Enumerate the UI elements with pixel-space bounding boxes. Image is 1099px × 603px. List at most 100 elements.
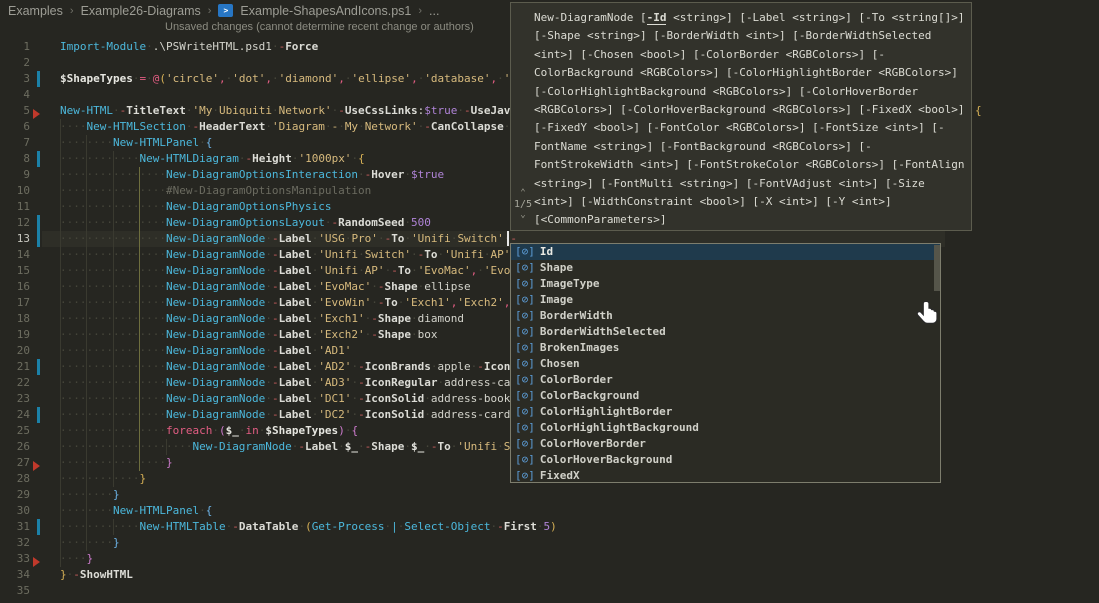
code-text: ················New-DiagramNode·-Label·'… <box>60 343 351 359</box>
parameter-hint-signature: New-DiagramNode [-Id <string>] [-Label <… <box>534 9 966 230</box>
line-number[interactable]: 9 <box>0 167 30 183</box>
line-number[interactable]: 32 <box>0 535 30 551</box>
code-line-31[interactable]: 31 ············New-HTMLTable·-DataTable·(… <box>0 519 1099 535</box>
line-number[interactable]: 27 <box>0 455 30 471</box>
completion-item-ColorBorder[interactable]: [⊘]ColorBorder <box>511 372 940 388</box>
vscode-editor-window: { "breadcrumb": { "items": ["Examples", … <box>0 0 1099 603</box>
completion-item-Shape[interactable]: [⊘]Shape <box>511 260 940 276</box>
completion-item-BorderWidth[interactable]: [⊘]BorderWidth <box>511 308 940 324</box>
code-text: ················New-DiagramOptionsIntera… <box>60 167 444 183</box>
code-line-29[interactable]: 29········} <box>0 487 1099 503</box>
line-number[interactable]: 12 <box>0 215 30 231</box>
completion-item-ColorBackground[interactable]: [⊘]ColorBackground <box>511 388 940 404</box>
chevron-up-icon[interactable]: ⌃ <box>513 189 533 198</box>
code-line-32[interactable]: 32········} <box>0 535 1099 551</box>
red-gutter-marker-icon <box>33 109 40 119</box>
breadcrumb-item[interactable]: Examples <box>8 4 63 18</box>
code-text: ················New-DiagramNode·-Label·'… <box>60 391 510 407</box>
chevron-down-icon[interactable]: ⌄ <box>513 211 533 220</box>
line-number[interactable]: 26 <box>0 439 30 455</box>
parameter-icon: [⊘] <box>515 356 535 372</box>
code-text: $ShapeTypes·=·@('circle',·'dot',·'diamon… <box>60 71 517 87</box>
line-number[interactable]: 33 <box>0 551 30 567</box>
powershell-file-icon: > <box>218 4 233 17</box>
line-number[interactable]: 10 <box>0 183 30 199</box>
line-number[interactable]: 18 <box>0 311 30 327</box>
completion-item-label: BrokenImages <box>540 340 619 356</box>
line-number[interactable]: 13 <box>0 231 30 247</box>
line-number[interactable]: 21 <box>0 359 30 375</box>
line-number[interactable]: 3 <box>0 71 30 87</box>
line-number[interactable]: 17 <box>0 295 30 311</box>
line-number[interactable]: 7 <box>0 135 30 151</box>
completion-item-ColorHighlightBorder[interactable]: [⊘]ColorHighlightBorder <box>511 404 940 420</box>
code-text: ················New-DiagramNode·-Label·'… <box>60 327 438 343</box>
code-text: ············New-HTMLTable·-DataTable·(Ge… <box>60 519 557 535</box>
code-text: ················New-DiagramOptionsPhysic… <box>60 199 332 215</box>
completion-item-BorderWidthSelected[interactable]: [⊘]BorderWidthSelected <box>511 324 940 340</box>
code-text: ····New-HTMLSection·-HeaderText·'Diagram… <box>60 119 517 135</box>
line-number[interactable]: 1 <box>0 39 30 55</box>
completion-item-Image[interactable]: [⊘]Image <box>511 292 940 308</box>
line-number[interactable]: 19 <box>0 327 30 343</box>
line-number[interactable]: 5 <box>0 103 30 119</box>
line-number[interactable]: 23 <box>0 391 30 407</box>
line-number[interactable]: 4 <box>0 87 30 103</box>
parameter-icon: [⊘] <box>515 292 535 308</box>
line-number[interactable]: 2 <box>0 55 30 71</box>
line-number[interactable]: 16 <box>0 279 30 295</box>
completion-item-BrokenImages[interactable]: [⊘] BrokenImages <box>511 340 940 356</box>
code-line-35[interactable]: 35 <box>0 583 1099 599</box>
completion-item-ColorHoverBorder[interactable]: [⊘]ColorHoverBorder <box>511 436 940 452</box>
parameter-icon: [⊘] <box>515 324 535 340</box>
red-gutter-marker-icon <box>33 557 40 567</box>
line-number[interactable]: 30 <box>0 503 30 519</box>
completion-scrollbar-thumb[interactable] <box>934 245 940 291</box>
code-text: Import-Module·.\PSWriteHTML.psd1·-Force <box>60 39 318 55</box>
completion-item-FixedX[interactable]: [⊘]FixedX <box>511 468 940 484</box>
line-number[interactable]: 35 <box>0 583 30 599</box>
parameter-icon: [⊘] <box>515 340 535 356</box>
breadcrumb-item[interactable]: ... <box>429 4 439 18</box>
completion-item-ColorHoverBackground[interactable]: [⊘]ColorHoverBackground <box>511 452 940 468</box>
parameter-icon: [⊘] <box>515 468 535 484</box>
line-number[interactable]: 15 <box>0 263 30 279</box>
line-number[interactable]: 6 <box>0 119 30 135</box>
line-number[interactable]: 11 <box>0 199 30 215</box>
modified-change-bar <box>37 359 40 375</box>
completion-list[interactable]: [⊘]Id[⊘]Shape[⊘]ImageType[⊘]Image[⊘]Bord… <box>510 243 941 483</box>
line-number[interactable]: 28 <box>0 471 30 487</box>
parameter-icon: [⊘] <box>515 388 535 404</box>
breadcrumb-item[interactable]: Example26-Diagrams <box>81 4 201 18</box>
line-number[interactable]: 14 <box>0 247 30 263</box>
code-text: ················New-DiagramNode·-Label·'… <box>60 263 517 279</box>
code-text: New-HTML·-TitleText·'My·Ubiquiti·Network… <box>60 103 517 119</box>
parameter-icon: [⊘] <box>515 372 535 388</box>
parameter-icon: [⊘] <box>515 308 535 324</box>
line-number[interactable]: 25 <box>0 423 30 439</box>
completion-item-ImageType[interactable]: [⊘]ImageType <box>511 276 940 292</box>
line-number[interactable]: 24 <box>0 407 30 423</box>
line-number[interactable]: 8 <box>0 151 30 167</box>
completion-item-label: Id <box>540 244 553 260</box>
code-line-30[interactable]: 30········New-HTMLPanel·{ <box>0 503 1099 519</box>
code-line-34[interactable]: 34}·-ShowHTML <box>0 567 1099 583</box>
code-text: ················foreach·($_·in·$ShapeTyp… <box>60 423 358 439</box>
code-text: ················New-DiagramNode·-Label·'… <box>60 311 464 327</box>
line-number[interactable]: 31 <box>0 519 30 535</box>
breadcrumb-item[interactable]: Example-ShapesAndIcons.ps1 <box>240 4 411 18</box>
completion-item-ColorHighlightBackground[interactable]: [⊘]ColorHighlightBackground <box>511 420 940 436</box>
line-number[interactable]: 22 <box>0 375 30 391</box>
completion-item-Chosen[interactable]: [⊘]Chosen <box>511 356 940 372</box>
codelens-unsaved-changes[interactable]: Unsaved changes (cannot determine recent… <box>165 21 474 33</box>
line-number[interactable]: 34 <box>0 567 30 583</box>
code-line-33[interactable]: 33····} <box>0 551 1099 567</box>
breadcrumb: Examples›Example26-Diagrams›>Example-Sha… <box>8 1 439 20</box>
code-text: ················#New-DiagramOptionsManip… <box>60 183 371 199</box>
completion-item-Id[interactable]: [⊘]Id <box>511 244 940 260</box>
line-number[interactable]: 20 <box>0 343 30 359</box>
code-text: ················} <box>60 455 173 471</box>
code-text: ············New-HTMLDiagram·-Height·'100… <box>60 151 365 167</box>
parameter-icon: [⊘] <box>515 452 535 468</box>
line-number[interactable]: 29 <box>0 487 30 503</box>
